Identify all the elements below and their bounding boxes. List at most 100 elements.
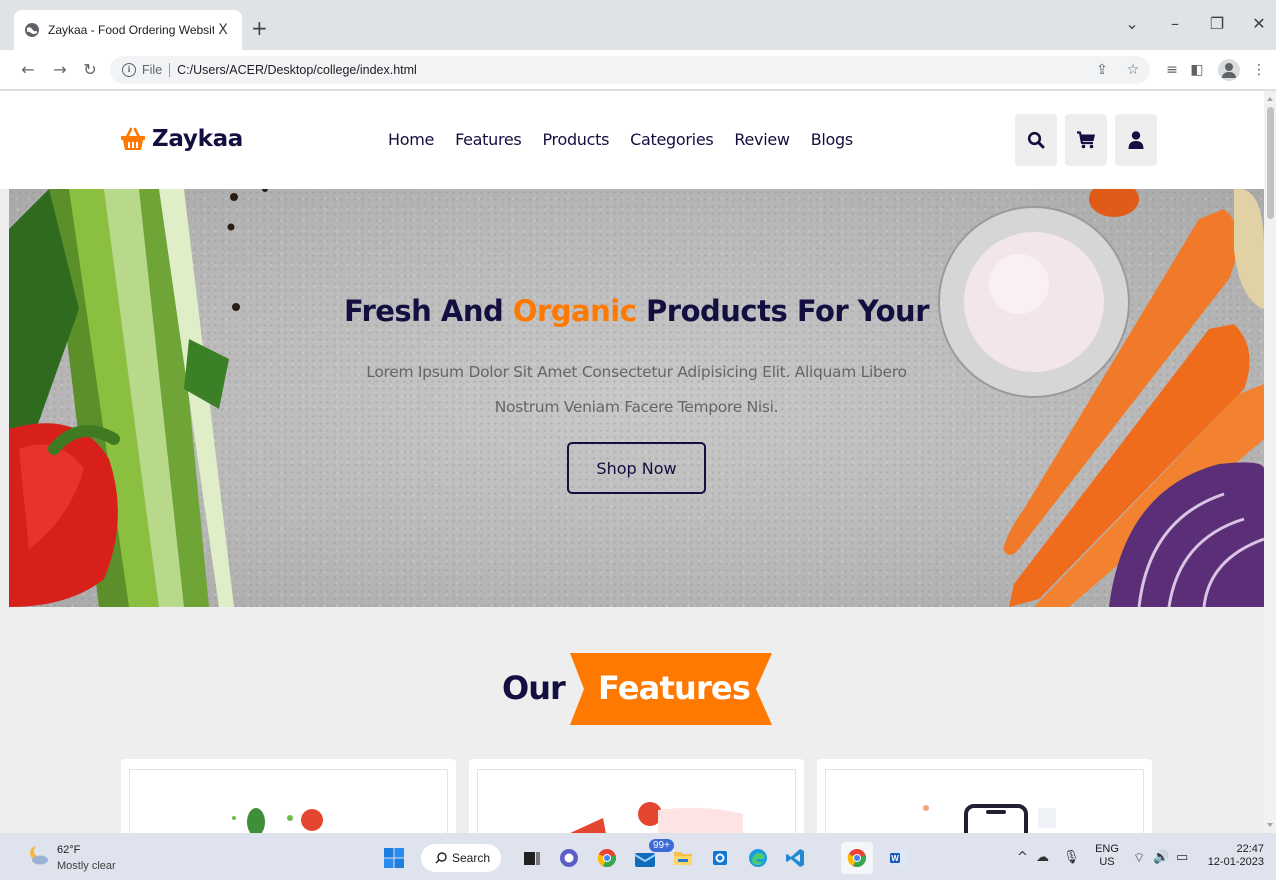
- microphone-icon[interactable]: 🎙: [1063, 850, 1080, 865]
- chrome-icon: [847, 849, 866, 867]
- site-header: Zaykaa Home Features Products Categories…: [0, 91, 1264, 189]
- volume-icon[interactable]: 🔊: [1153, 850, 1169, 865]
- nav-link-products[interactable]: Products: [542, 130, 609, 149]
- new-tab-button[interactable]: +: [251, 18, 268, 38]
- shopping-basket-icon: [121, 127, 145, 150]
- restore-icon[interactable]: ❐: [1205, 14, 1229, 33]
- weather-description: Mostly clear: [57, 860, 116, 872]
- user-icon: [1128, 131, 1144, 149]
- side-panel-icon[interactable]: ◧: [1188, 61, 1206, 79]
- taskbar-app-outlook[interactable]: [704, 842, 736, 874]
- windows-logo-icon: [384, 848, 404, 868]
- browser-tab[interactable]: Zaykaa - Food Ordering Website X: [14, 10, 242, 50]
- chrome-icon: [597, 849, 616, 867]
- nav-link-review[interactable]: Review: [734, 130, 790, 149]
- edge-icon: [749, 849, 767, 867]
- features-heading: Our Features: [0, 653, 1264, 725]
- reading-list-icon[interactable]: ≡: [1163, 61, 1181, 79]
- reload-icon[interactable]: ↻: [80, 60, 100, 80]
- input-language[interactable]: ENG US: [1094, 843, 1120, 869]
- url-text[interactable]: C:/Users/ACER/Desktop/college/index.html: [177, 63, 417, 77]
- system-clock[interactable]: 22:47 12-01-2023: [1204, 843, 1264, 869]
- task-view-icon: [524, 852, 540, 865]
- feature-card: [817, 759, 1152, 833]
- chat-icon: [560, 849, 578, 867]
- hero-title-accent: Organic: [512, 294, 637, 328]
- site-logo[interactable]: Zaykaa: [120, 126, 243, 152]
- outlook-icon: [713, 851, 727, 865]
- hero-title-start: Fresh And: [344, 294, 513, 328]
- bookmark-star-icon[interactable]: ☆: [1124, 61, 1142, 79]
- url-scheme-label: File: [142, 63, 163, 77]
- tab-search-chevron-icon[interactable]: ⌄: [1120, 14, 1144, 33]
- feature-card-image-frame: [129, 769, 448, 833]
- nav-link-blogs[interactable]: Blogs: [811, 130, 854, 149]
- forward-icon[interactable]: →: [50, 60, 70, 80]
- clock-time: 22:47: [1236, 843, 1264, 855]
- start-button[interactable]: [378, 842, 410, 874]
- taskbar-app-word[interactable]: W: [883, 842, 915, 874]
- word-icon: W: [890, 850, 908, 866]
- page-scrollbar[interactable]: [1264, 91, 1276, 833]
- svg-text:W: W: [891, 854, 899, 863]
- scroll-down-icon[interactable]: [1267, 823, 1273, 827]
- taskbar-app-chrome[interactable]: [591, 842, 623, 874]
- profile-avatar-icon[interactable]: [1218, 59, 1240, 81]
- tab-title: Zaykaa - Food Ordering Website: [48, 23, 214, 37]
- address-bar[interactable]: i File C:/Users/ACER/Desktop/college/ind…: [110, 56, 1150, 84]
- onedrive-cloud-icon[interactable]: ☁: [1036, 850, 1049, 865]
- nav-link-home[interactable]: Home: [388, 130, 434, 149]
- back-icon[interactable]: ←: [18, 60, 38, 80]
- moon-cloud-icon[interactable]: [28, 844, 50, 866]
- minimize-icon[interactable]: –: [1163, 14, 1187, 33]
- taskbar-app-chat[interactable]: [553, 842, 585, 874]
- tab-close-icon[interactable]: X: [214, 22, 232, 38]
- scrollbar-thumb[interactable]: [1267, 107, 1274, 219]
- windows-taskbar: 62°F Mostly clear Search W: [0, 834, 1276, 880]
- input-language-region: US: [1099, 856, 1115, 868]
- search-icon: [435, 852, 447, 864]
- clock-date: 12-01-2023: [1207, 856, 1264, 868]
- site-info-icon[interactable]: i: [122, 63, 136, 77]
- red-pepper-illustration: [9, 423, 120, 607]
- feature-card: [121, 759, 456, 833]
- features-heading-plain: Our: [502, 669, 566, 707]
- wifi-icon[interactable]: ⌔: [1133, 850, 1145, 866]
- browser-toolbar: ← → ↻ i File C:/Users/ACER/Desktop/colle…: [0, 50, 1276, 90]
- cart-button[interactable]: [1065, 114, 1107, 166]
- tray-overflow-icon[interactable]: ^: [1017, 850, 1028, 865]
- feature-free-delivery-image: [570, 802, 743, 833]
- taskbar-app-chrome-active[interactable]: [841, 842, 873, 874]
- battery-icon[interactable]: ▭: [1176, 850, 1188, 865]
- task-view-button[interactable]: [516, 842, 548, 874]
- share-icon[interactable]: ⇪: [1093, 61, 1111, 79]
- hero-subtitle: Lorem Ipsum Dolor Sit Amet Consectetur A…: [366, 363, 907, 416]
- weather-temperature: 62°F: [57, 844, 81, 856]
- taskbar-app-vscode[interactable]: [779, 842, 811, 874]
- features-heading-accent: Features: [598, 669, 751, 707]
- user-button[interactable]: [1115, 114, 1157, 166]
- feature-easy-payment-image: [923, 804, 1056, 833]
- feature-card: [469, 759, 804, 833]
- mail-unread-badge: 99+: [649, 839, 674, 852]
- nav-link-features[interactable]: Features: [455, 130, 522, 149]
- taskbar-search[interactable]: Search: [421, 844, 501, 872]
- nav-link-categories[interactable]: Categories: [630, 130, 714, 149]
- globe-icon: [25, 23, 39, 37]
- omnibox-divider: [169, 63, 171, 77]
- cart-icon: [1077, 131, 1095, 149]
- scroll-up-icon[interactable]: [1267, 97, 1273, 101]
- feature-fresh-organic-image: [232, 808, 323, 833]
- search-button[interactable]: [1015, 114, 1057, 166]
- window-close-icon[interactable]: ✕: [1247, 14, 1271, 33]
- taskbar-app-edge[interactable]: [742, 842, 774, 874]
- browser-tab-bar: Zaykaa - Food Ordering Website X + ⌄ – ❐…: [0, 0, 1276, 50]
- feature-card-image-frame: [825, 769, 1144, 833]
- taskbar-search-label: Search: [452, 851, 491, 865]
- browser-menu-icon[interactable]: ⋮: [1250, 61, 1268, 79]
- shop-now-button[interactable]: Shop Now: [567, 442, 706, 494]
- feature-card-image-frame: [477, 769, 796, 833]
- input-language-code: ENG: [1095, 843, 1119, 855]
- vscode-icon: [786, 849, 804, 867]
- main-nav: Home Features Products Categories Review…: [388, 130, 853, 149]
